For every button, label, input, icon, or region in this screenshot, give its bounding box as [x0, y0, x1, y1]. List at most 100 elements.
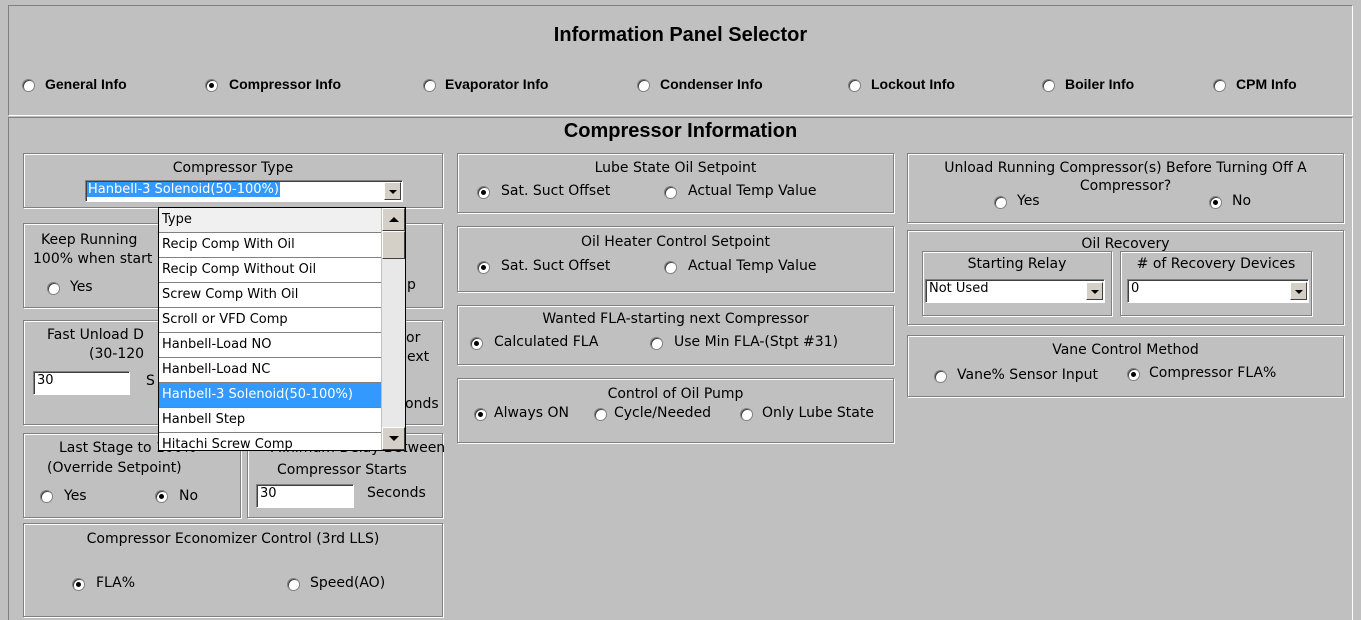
- starting-relay-dropdown-button[interactable]: [1086, 282, 1103, 300]
- keep-running-label-2: 100% when start: [33, 251, 153, 267]
- label-general[interactable]: General Info: [45, 76, 127, 92]
- oil-pump-label: Control of Oil Pump: [607, 386, 744, 402]
- radio-cpm[interactable]: [1213, 79, 1226, 92]
- radio-compressor[interactable]: [205, 79, 218, 92]
- oil-heater-sat-radio[interactable]: [477, 261, 490, 274]
- unload-running-yes-label[interactable]: Yes: [1017, 193, 1040, 209]
- dropdown-option[interactable]: Recip Comp Without Oil: [159, 258, 405, 283]
- label-lockout[interactable]: Lockout Info: [871, 76, 955, 92]
- last-stage-yes-label[interactable]: Yes: [64, 488, 87, 504]
- radio-general[interactable]: [22, 79, 35, 92]
- fast-unload-right-1: or: [406, 330, 421, 346]
- vane-fla-label[interactable]: Compressor FLA%: [1149, 365, 1276, 381]
- fast-unload-label-1: Fast Unload D: [47, 327, 144, 343]
- dropdown-option[interactable]: Hitachi Screw Comp: [159, 433, 405, 457]
- keep-running-label-1: Keep Running: [41, 232, 138, 248]
- oil-pump-lube-label[interactable]: Only Lube State: [762, 405, 874, 421]
- label-boiler[interactable]: Boiler Info: [1065, 76, 1134, 92]
- dropdown-option[interactable]: Hanbell Step: [159, 408, 405, 433]
- vane-sensor-radio[interactable]: [934, 370, 947, 383]
- label-compressor[interactable]: Compressor Info: [229, 76, 341, 92]
- economizer-speed-radio[interactable]: [287, 578, 300, 591]
- vane-control-label: Vane Control Method: [1052, 342, 1199, 358]
- oil-pump-cycle-label[interactable]: Cycle/Needed: [614, 405, 711, 421]
- selector-title: Information Panel Selector: [553, 24, 808, 46]
- radio-evaporator[interactable]: [423, 79, 436, 92]
- unload-running-no-label[interactable]: No: [1232, 193, 1251, 209]
- dropdown-scrollbar[interactable]: [381, 208, 405, 450]
- fast-unload-right-2: ext: [407, 349, 430, 365]
- last-stage-label-2: (Override Setpoint): [47, 460, 182, 476]
- compressor-type-dropdown-button[interactable]: [384, 182, 401, 200]
- label-evaporator[interactable]: Evaporator Info: [445, 76, 548, 92]
- unload-running-yes-radio[interactable]: [994, 196, 1007, 209]
- lube-state-sat-label[interactable]: Sat. Suct Offset: [501, 183, 610, 199]
- wanted-fla-min-label[interactable]: Use Min FLA-(Stpt #31): [674, 334, 838, 350]
- economizer-label: Compressor Economizer Control (3rd LLS): [86, 531, 380, 547]
- recovery-devices-dropdown-button[interactable]: [1290, 282, 1307, 300]
- oil-pump-lube-radio[interactable]: [740, 408, 753, 421]
- compressor-type-value: Hanbell-3 Solenoid(50-100%): [87, 182, 280, 197]
- radio-lockout[interactable]: [848, 79, 861, 92]
- last-stage-no-radio[interactable]: [155, 490, 168, 503]
- scroll-down-icon[interactable]: [382, 427, 405, 450]
- vane-sensor-label[interactable]: Vane% Sensor Input: [957, 367, 1098, 383]
- last-stage-yes-radio[interactable]: [40, 490, 53, 503]
- economizer-speed-label[interactable]: Speed(AO): [310, 575, 385, 591]
- dropdown-option[interactable]: Type: [159, 208, 405, 233]
- wanted-fla-calc-label[interactable]: Calculated FLA: [494, 334, 598, 350]
- info-panel-selector: Information Panel Selector: [8, 5, 1353, 116]
- starting-relay-select[interactable]: Not Used: [925, 279, 1105, 303]
- keep-running-yes-radio[interactable]: [47, 282, 60, 295]
- keep-running-yes-label[interactable]: Yes: [70, 279, 93, 295]
- economizer-fla-radio[interactable]: [72, 578, 85, 591]
- fast-unload-label-2: (30-120: [89, 346, 145, 362]
- section-title: Compressor Information: [563, 120, 798, 142]
- fast-unload-right-3: onds: [405, 396, 439, 412]
- wanted-fla-label: Wanted FLA-starting next Compressor: [542, 311, 809, 327]
- oil-heater-sat-label[interactable]: Sat. Suct Offset: [501, 258, 610, 274]
- keep-running-partial: p: [407, 277, 416, 293]
- oil-heater-actual-radio[interactable]: [664, 261, 677, 274]
- radio-boiler[interactable]: [1042, 79, 1055, 92]
- recovery-devices-select[interactable]: 0: [1127, 279, 1309, 303]
- label-condenser[interactable]: Condenser Info: [660, 76, 763, 92]
- oil-pump-always-radio[interactable]: [474, 408, 487, 421]
- dropdown-option[interactable]: Hanbell-Load NC: [159, 358, 405, 383]
- scroll-thumb[interactable]: [382, 231, 405, 259]
- recovery-devices-label: # of Recovery Devices: [1136, 256, 1296, 272]
- starting-relay-label: Starting Relay: [967, 256, 1067, 272]
- compressor-type-dropdown-list[interactable]: Type Recip Comp With Oil Recip Comp With…: [158, 207, 406, 452]
- fast-unload-unit: S: [146, 373, 155, 389]
- oil-pump-always-label[interactable]: Always ON: [494, 405, 569, 421]
- unload-running-label-2: Compressor?: [1079, 178, 1172, 194]
- compressor-type-label: Compressor Type: [172, 160, 294, 176]
- dropdown-option[interactable]: Recip Comp With Oil: [159, 233, 405, 258]
- last-stage-no-label[interactable]: No: [179, 488, 198, 504]
- oil-heater-label: Oil Heater Control Setpoint: [580, 234, 771, 250]
- oil-heater-actual-label[interactable]: Actual Temp Value: [688, 258, 817, 274]
- label-cpm[interactable]: CPM Info: [1236, 76, 1297, 92]
- lube-state-label: Lube State Oil Setpoint: [594, 160, 757, 176]
- dropdown-option[interactable]: Screw Comp With Oil: [159, 283, 405, 308]
- lube-state-actual-radio[interactable]: [664, 186, 677, 199]
- compressor-type-select[interactable]: Hanbell-3 Solenoid(50-100%): [85, 180, 403, 202]
- dropdown-option-selected[interactable]: Hanbell-3 Solenoid(50-100%): [159, 383, 405, 408]
- min-delay-input[interactable]: 30: [256, 484, 354, 508]
- oil-pump-cycle-radio[interactable]: [594, 408, 607, 421]
- min-delay-unit: Seconds: [367, 485, 426, 501]
- lube-state-sat-radio[interactable]: [477, 186, 490, 199]
- scroll-up-icon[interactable]: [382, 208, 405, 231]
- unload-running-no-radio[interactable]: [1209, 196, 1222, 209]
- dropdown-option[interactable]: Hanbell-Load NO: [159, 333, 405, 358]
- economizer-fla-label[interactable]: FLA%: [96, 575, 135, 591]
- vane-fla-radio[interactable]: [1127, 368, 1140, 381]
- lube-state-actual-label[interactable]: Actual Temp Value: [688, 183, 817, 199]
- wanted-fla-min-radio[interactable]: [650, 337, 663, 350]
- wanted-fla-calc-radio[interactable]: [470, 337, 483, 350]
- oil-recovery-label: Oil Recovery: [1081, 236, 1170, 252]
- min-delay-label-2: Compressor Starts: [277, 462, 407, 478]
- dropdown-option[interactable]: Scroll or VFD Comp: [159, 308, 405, 333]
- radio-condenser[interactable]: [637, 79, 650, 92]
- fast-unload-input[interactable]: 30: [33, 371, 130, 395]
